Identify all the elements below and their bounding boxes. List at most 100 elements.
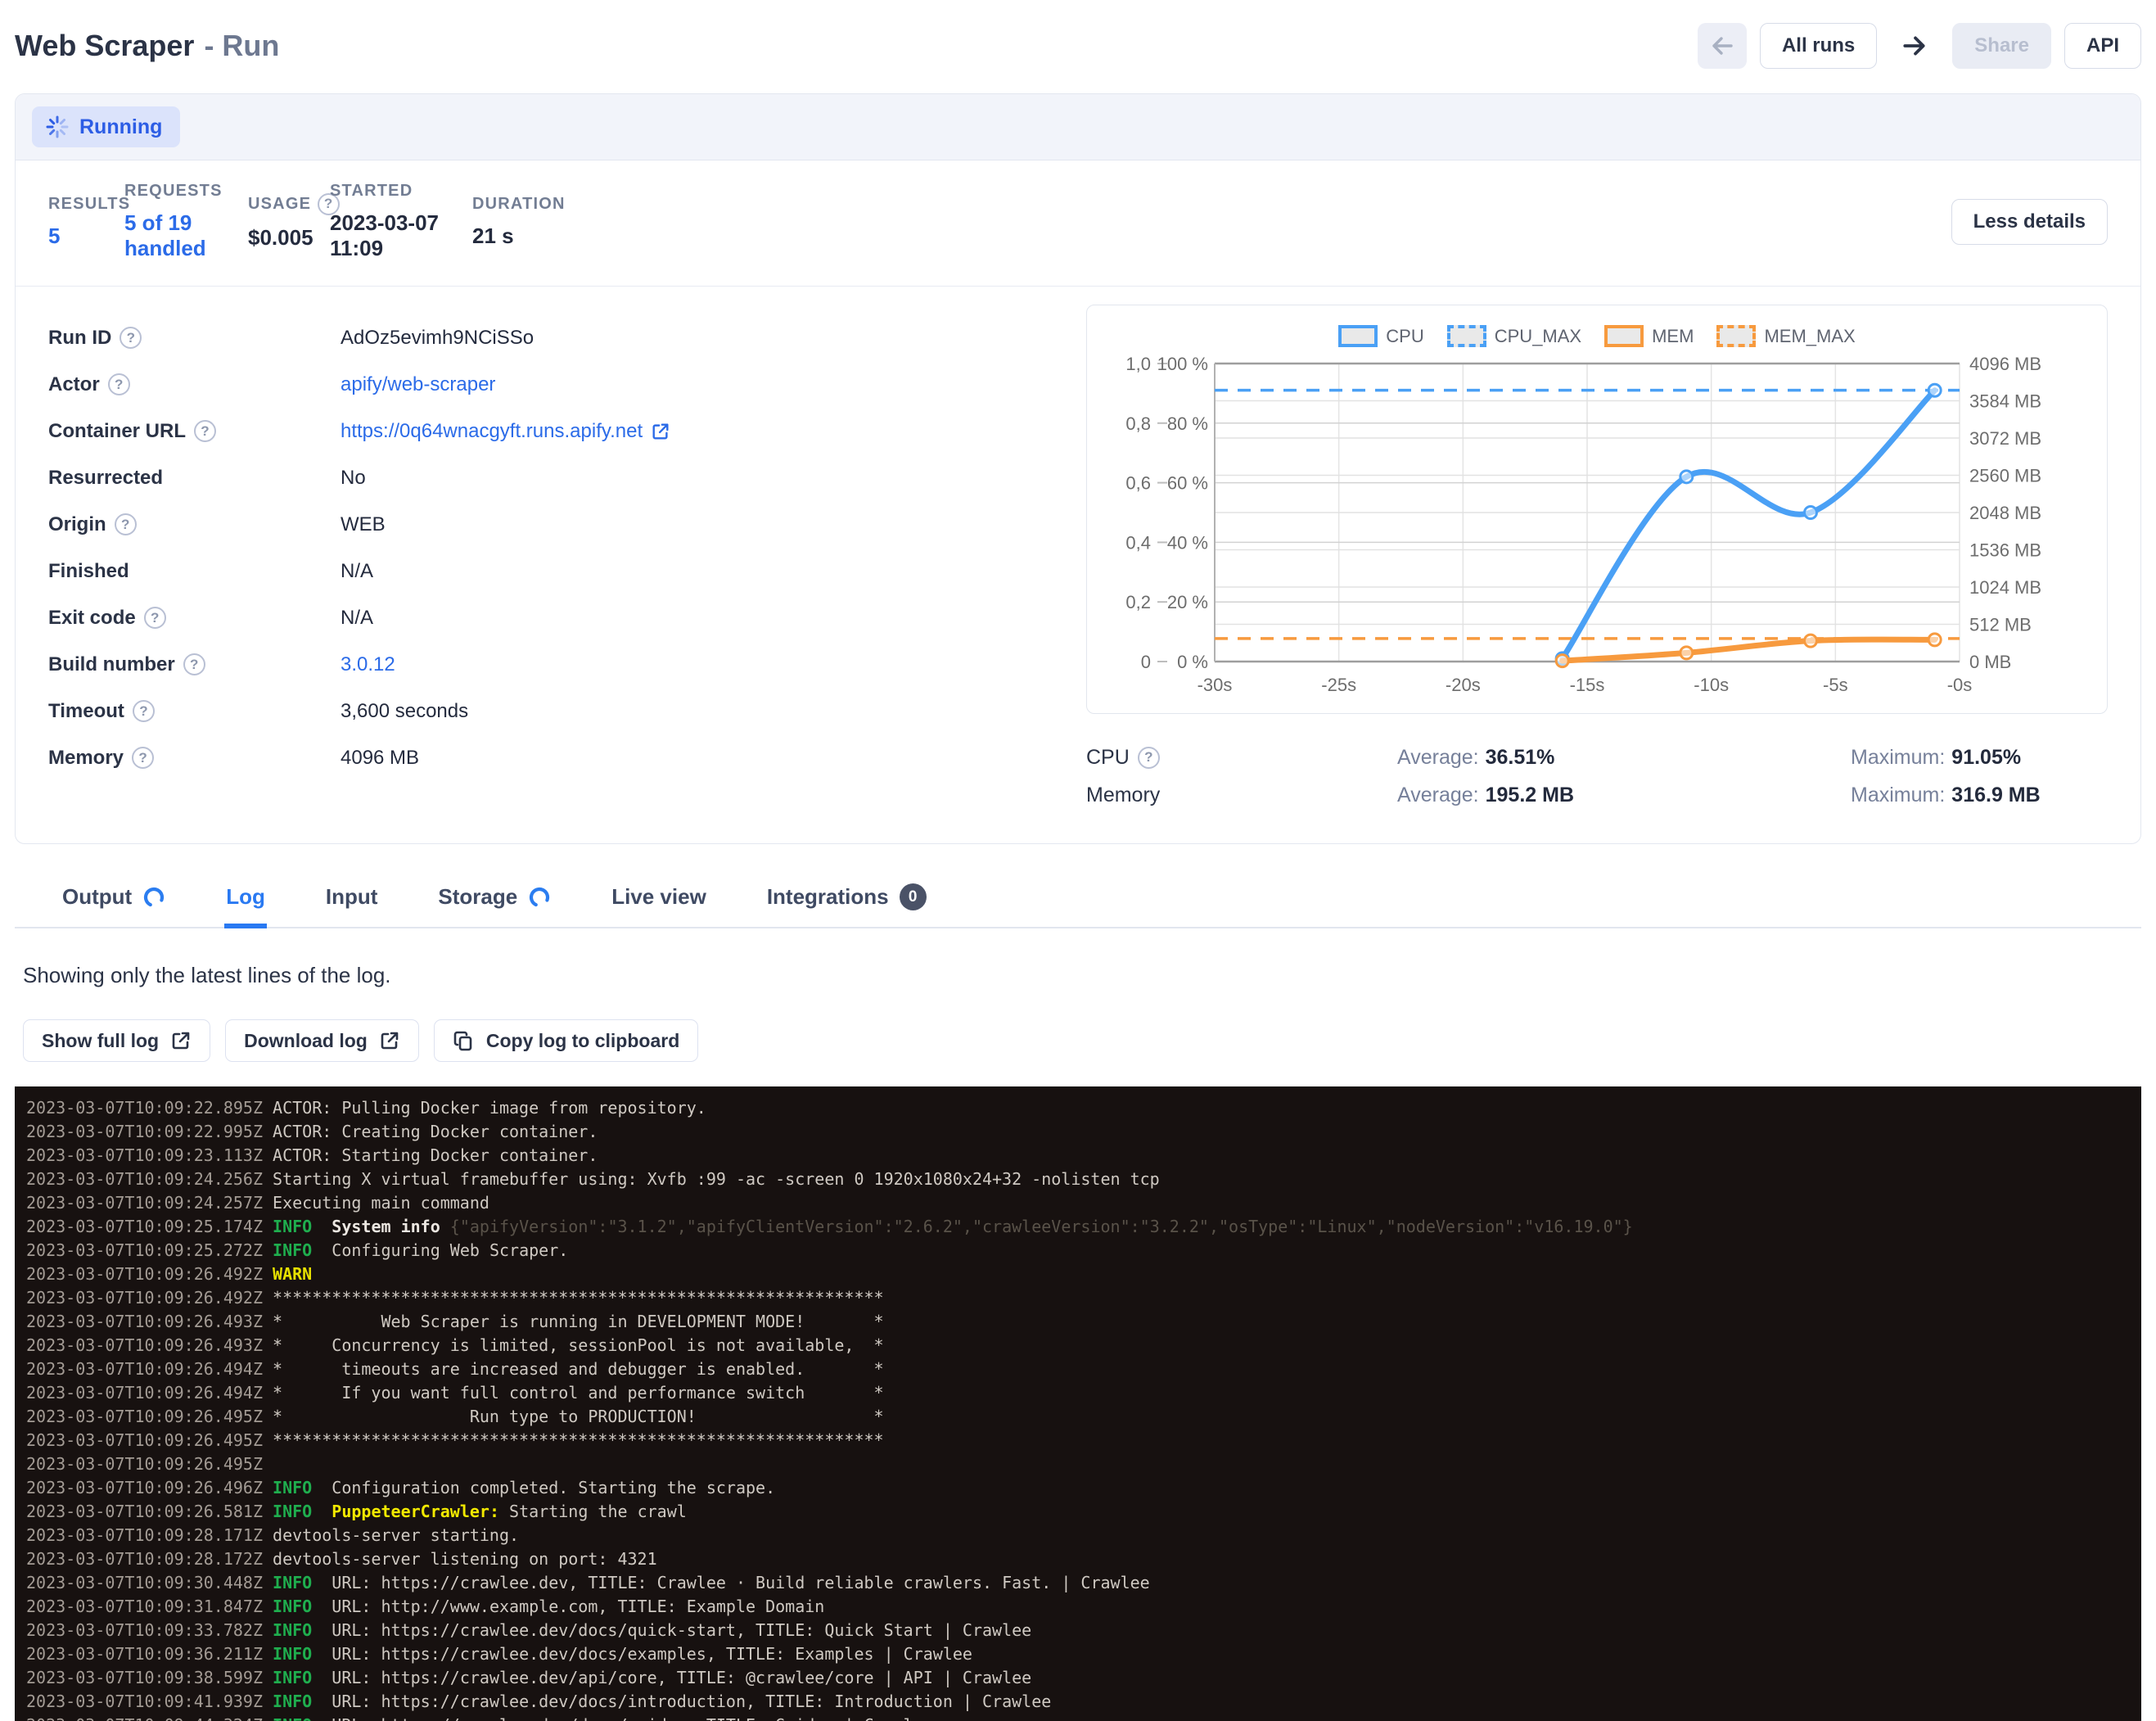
svg-text:2560 MB: 2560 MB — [1969, 466, 2041, 486]
legend-label: MEM_MAX — [1764, 326, 1855, 347]
forward-arrow-icon — [1901, 32, 1928, 60]
svg-text:2048 MB: 2048 MB — [1969, 503, 2041, 523]
svg-text:512 MB: 512 MB — [1969, 615, 2032, 635]
legend-label: MEM — [1652, 326, 1694, 347]
tab-log[interactable]: Log — [224, 874, 267, 928]
question-icon[interactable]: ? — [1138, 747, 1160, 769]
detail-label-text: Run ID — [48, 327, 111, 350]
log-line: 2023-03-07T10:09:26.493Z * Concurrency i… — [26, 1334, 2141, 1357]
next-run-button[interactable] — [1890, 23, 1939, 69]
button-label: Copy log to clipboard — [486, 1030, 679, 1052]
loading-arc-icon — [142, 886, 165, 909]
detail-label: Run ID? — [48, 327, 341, 350]
detail-row: Container URL? https://0q64wnacgyft.runs.… — [48, 408, 1086, 454]
previous-run-button[interactable] — [1698, 23, 1747, 69]
average-label: Average: — [1397, 746, 1479, 769]
download-log-button[interactable]: Download log — [225, 1019, 419, 1062]
less-details-button[interactable]: Less details — [1951, 199, 2108, 245]
svg-text:1024 MB: 1024 MB — [1969, 577, 2041, 598]
stat-requests: REQUESTS 5 of 19 handled — [124, 182, 248, 261]
page-header: Web Scraper- Run All runs Share API — [15, 21, 2141, 70]
question-icon[interactable]: ? — [108, 373, 130, 395]
page-title: Web Scraper- Run — [15, 29, 279, 63]
log-line: 2023-03-07T10:09:25.174Z INFO System inf… — [26, 1215, 2141, 1239]
svg-text:-0s: -0s — [1947, 675, 1973, 695]
question-icon[interactable]: ? — [144, 607, 166, 629]
stat-label: DURATION — [472, 195, 566, 214]
legend-item-mem: MEM — [1604, 325, 1694, 347]
status-badge: Running — [32, 106, 180, 147]
legend-swatch — [1604, 325, 1644, 347]
detail-label: Exit code? — [48, 607, 341, 630]
detail-value-link[interactable]: apify/web-scraper — [341, 373, 495, 396]
log-line: 2023-03-07T10:09:28.172Z devtools-server… — [26, 1547, 2141, 1571]
status-label: Running — [79, 115, 162, 139]
tab-integrations[interactable]: Integrations0 — [765, 874, 928, 928]
api-button[interactable]: API — [2064, 23, 2141, 69]
stat-value: $0.005 — [248, 225, 330, 251]
question-icon[interactable]: ? — [133, 700, 155, 722]
all-runs-button[interactable]: All runs — [1760, 23, 1877, 69]
run-page: Web Scraper- Run All runs Share API — [0, 21, 2156, 1721]
question-icon[interactable]: ? — [120, 327, 142, 349]
detail-row: Run ID?AdOz5evimh9NCiSSo — [48, 314, 1086, 361]
detail-label-text: Build number — [48, 653, 175, 676]
detail-value-link[interactable]: https://0q64wnacgyft.runs.apify.net — [341, 420, 670, 443]
show-full-log-button[interactable]: Show full log — [23, 1019, 210, 1062]
detail-value-link[interactable]: 3.0.12 — [341, 653, 395, 676]
detail-row: Actor? apify/web-scraper — [48, 361, 1086, 408]
memory-stats-row: Memory Average:195.2 MB Maximum:316.9 MB — [1086, 776, 2108, 814]
chart-legend: CPUCPU_MAXMEMMEM_MAX — [1098, 325, 2095, 347]
svg-text:0 MB: 0 MB — [1969, 652, 2011, 672]
maximum-label: Maximum: — [1851, 746, 1945, 769]
log-line: 2023-03-07T10:09:30.448Z INFO URL: https… — [26, 1571, 2141, 1595]
svg-text:100 %: 100 % — [1157, 354, 1208, 374]
legend-label: CPU_MAX — [1495, 326, 1581, 347]
detail-label: Finished — [48, 560, 341, 583]
stat-started: STARTED 2023-03-07 11:09 — [330, 182, 472, 261]
tab-output[interactable]: Output — [61, 874, 167, 928]
svg-text:-5s: -5s — [1823, 675, 1848, 695]
log-line: 2023-03-07T10:09:33.782Z INFO URL: https… — [26, 1619, 2141, 1642]
svg-text:0,6: 0,6 — [1125, 473, 1151, 494]
share-button[interactable]: Share — [1952, 23, 2051, 69]
log-actions: Show full log Download log Copy log to c… — [23, 1019, 2141, 1062]
tab-live-view[interactable]: Live view — [610, 874, 708, 928]
detail-label-text: Actor — [48, 373, 100, 396]
detail-value: AdOz5evimh9NCiSSo — [341, 327, 534, 350]
legend-swatch — [1716, 325, 1756, 347]
legend-swatch — [1338, 325, 1378, 347]
actor-name: Web Scraper — [15, 29, 194, 62]
stat-value: 5 — [48, 224, 124, 249]
tab-label: Live view — [611, 884, 706, 910]
average-label: Average: — [1397, 784, 1479, 806]
cpu-stats-row: CPU? Average:36.51% Maximum:91.05% — [1086, 739, 2108, 776]
stat-results: RESULTS 5 — [48, 195, 124, 249]
copy-log-button[interactable]: Copy log to clipboard — [434, 1019, 698, 1062]
resource-name: Memory — [1086, 784, 1160, 807]
svg-text:-10s: -10s — [1694, 675, 1729, 695]
detail-label: Origin? — [48, 513, 341, 536]
question-icon[interactable]: ? — [132, 747, 154, 769]
log-line: 2023-03-07T10:09:41.939Z INFO URL: https… — [26, 1690, 2141, 1714]
svg-text:0,4: 0,4 — [1125, 532, 1151, 553]
tab-input[interactable]: Input — [324, 874, 380, 928]
log-line: 2023-03-07T10:09:26.494Z * If you want f… — [26, 1381, 2141, 1405]
legend-item-mem_max: MEM_MAX — [1716, 325, 1855, 347]
tab-storage[interactable]: Storage — [436, 874, 553, 928]
chart-panel: CPUCPU_MAXMEMMEM_MAX 1,0100 %0,880 %0,66… — [1086, 305, 2108, 814]
detail-label-text: Container URL — [48, 420, 186, 443]
log-line: 2023-03-07T10:09:31.847Z INFO URL: http:… — [26, 1595, 2141, 1619]
question-icon[interactable]: ? — [115, 513, 137, 535]
detail-row: Exit code?N/A — [48, 594, 1086, 641]
stat-label: RESULTS — [48, 195, 130, 214]
detail-value: 4096 MB — [341, 747, 419, 770]
question-icon[interactable]: ? — [183, 653, 205, 675]
back-arrow-icon — [1709, 33, 1735, 59]
question-icon[interactable]: ? — [194, 420, 216, 442]
detail-label-text: Finished — [48, 560, 129, 583]
stat-label: USAGE — [248, 195, 311, 214]
legend-item-cpu_max: CPU_MAX — [1447, 325, 1581, 347]
button-label: Download log — [244, 1030, 368, 1052]
log-line: 2023-03-07T10:09:24.257Z Executing main … — [26, 1191, 2141, 1215]
